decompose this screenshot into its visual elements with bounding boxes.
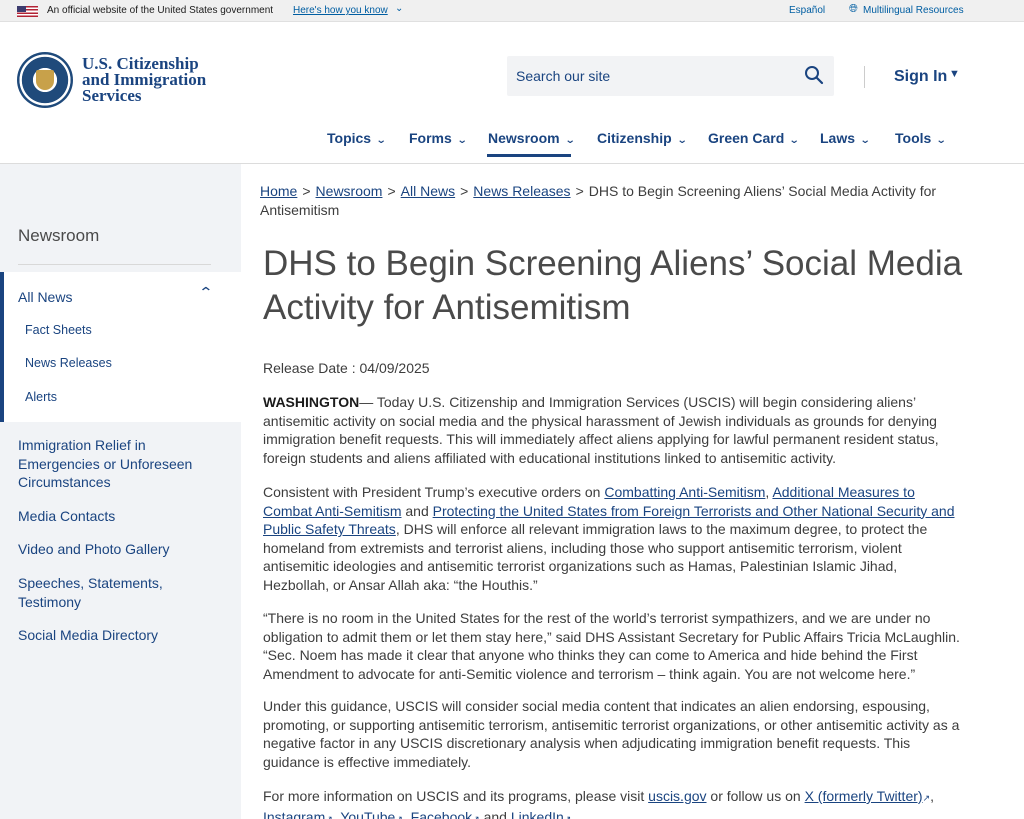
chevron-down-icon: ⌄ — [936, 135, 947, 146]
chevron-down-icon: ⌄ — [456, 135, 468, 146]
release-date: Release Date : 04/09/2025 — [263, 360, 430, 376]
sign-in-button[interactable]: Sign In — [894, 68, 947, 86]
nav-laws[interactable]: Laws ⌄ — [820, 130, 871, 146]
dateline: WASHINGTON — [263, 394, 360, 410]
gov-banner-text: An official website of the United States… — [47, 5, 274, 16]
search-placeholder: Search our site — [516, 68, 611, 84]
uscis-logo-text[interactable]: U.S. Citizenship and Immigration Service… — [82, 55, 206, 105]
globe-icon: 🌐︎ — [849, 3, 858, 15]
header-divider — [864, 66, 865, 88]
breadcrumb-news-releases[interactable]: News Releases — [473, 183, 570, 199]
sidebar-item-news-releases[interactable]: News Releases — [25, 356, 112, 370]
nav-green-card[interactable]: Green Card ⌄ — [708, 130, 800, 146]
nav-newsroom[interactable]: Newsroom ⌄ — [488, 130, 576, 146]
sidebar-item-immigration-relief[interactable]: Immigration Relief in Emergencies or Unf… — [18, 436, 218, 492]
external-link-icon: ↗ — [325, 813, 333, 819]
nav-forms[interactable]: Forms ⌄ — [409, 130, 468, 146]
espanol-link[interactable]: Español — [789, 5, 825, 16]
caret-down-icon[interactable]: ▼ — [949, 68, 960, 80]
link-youtube[interactable]: YouTube — [340, 809, 395, 819]
sidebar-item-social-media-directory[interactable]: Social Media Directory — [18, 626, 218, 645]
sidebar-item-video-photo-gallery[interactable]: Video and Photo Gallery — [18, 540, 218, 559]
link-facebook[interactable]: Facebook — [411, 809, 472, 819]
external-link-icon: ↗ — [922, 793, 931, 803]
link-uscis-gov[interactable]: uscis.gov — [648, 788, 706, 804]
search-input[interactable]: Search our site — [507, 56, 834, 96]
chevron-up-icon[interactable]: ⌃ — [198, 284, 213, 301]
sidebar: Newsroom All News ⌃ Fact Sheets News Rel… — [0, 164, 241, 819]
sidebar-divider — [18, 264, 211, 265]
chevron-down-icon: ⌄ — [859, 135, 871, 146]
nav-active-indicator — [487, 154, 571, 157]
chevron-down-icon: ⌄ — [564, 135, 576, 146]
link-x-twitter[interactable]: X (formerly Twitter) — [805, 788, 923, 804]
article-paragraph: WASHINGTON— Today U.S. Citizenship and I… — [263, 394, 939, 466]
sidebar-item-all-news[interactable]: All News — [18, 289, 72, 305]
chevron-down-icon[interactable]: ⌄ — [395, 3, 403, 14]
main-content: Home > Newsroom > All News > News Releases > DHS… — [241, 164, 1024, 819]
breadcrumb-home[interactable]: Home — [260, 183, 297, 199]
link-combatting-anti-semitism[interactable]: Combatting Anti-Semitism — [604, 484, 765, 500]
article-paragraph: For more information on USCIS and its pr… — [263, 787, 963, 819]
site-header: U.S. Citizenship and Immigration Service… — [0, 22, 1024, 164]
external-link-icon: ↗ — [472, 813, 480, 819]
sidebar-item-speeches[interactable]: Speeches, Statements, Testimony — [18, 574, 218, 611]
heres-how-you-know-link[interactable]: Here's how you know — [293, 5, 388, 16]
us-flag-icon — [17, 6, 38, 17]
logo-line: Services — [82, 86, 142, 105]
chevron-down-icon: ⌄ — [788, 135, 800, 146]
page-title: DHS to Begin Screening Aliens’ Social Me… — [263, 244, 963, 327]
chevron-down-icon: ⌄ — [676, 135, 688, 146]
breadcrumb: Home > Newsroom > All News > News Releases > DHS… — [260, 183, 937, 218]
gov-banner: An official website of the United States… — [0, 0, 1024, 22]
nav-citizenship[interactable]: Citizenship ⌄ — [597, 130, 688, 146]
article-paragraph: “There is no room in the United States f… — [263, 610, 960, 682]
search-icon[interactable] — [804, 65, 824, 85]
sidebar-item-alerts[interactable]: Alerts — [25, 390, 57, 404]
multilingual-resources-link[interactable]: Multilingual Resources — [863, 5, 964, 16]
link-instagram[interactable]: Instagram — [263, 809, 325, 819]
breadcrumb-all-news[interactable]: All News — [401, 183, 455, 199]
sidebar-item-fact-sheets[interactable]: Fact Sheets — [25, 323, 92, 337]
dhs-seal-logo[interactable] — [17, 52, 73, 108]
external-link-icon: ↗ — [395, 813, 403, 819]
sidebar-group-all-news: All News ⌃ Fact Sheets News Releases Ale… — [0, 272, 241, 422]
link-linkedin[interactable]: LinkedIn — [511, 809, 564, 819]
sidebar-item-media-contacts[interactable]: Media Contacts — [18, 507, 218, 526]
article-paragraph: Consistent with President Trump’s execut… — [263, 484, 955, 593]
nav-tools[interactable]: Tools ⌄ — [895, 130, 947, 146]
chevron-down-icon: ⌄ — [375, 135, 387, 146]
external-link-icon: ↗ — [563, 813, 572, 819]
sidebar-title: Newsroom — [18, 226, 100, 245]
breadcrumb-newsroom[interactable]: Newsroom — [316, 183, 383, 199]
nav-topics[interactable]: Topics ⌄ — [327, 130, 387, 146]
article-paragraph: Under this guidance, USCIS will consider… — [263, 698, 960, 770]
